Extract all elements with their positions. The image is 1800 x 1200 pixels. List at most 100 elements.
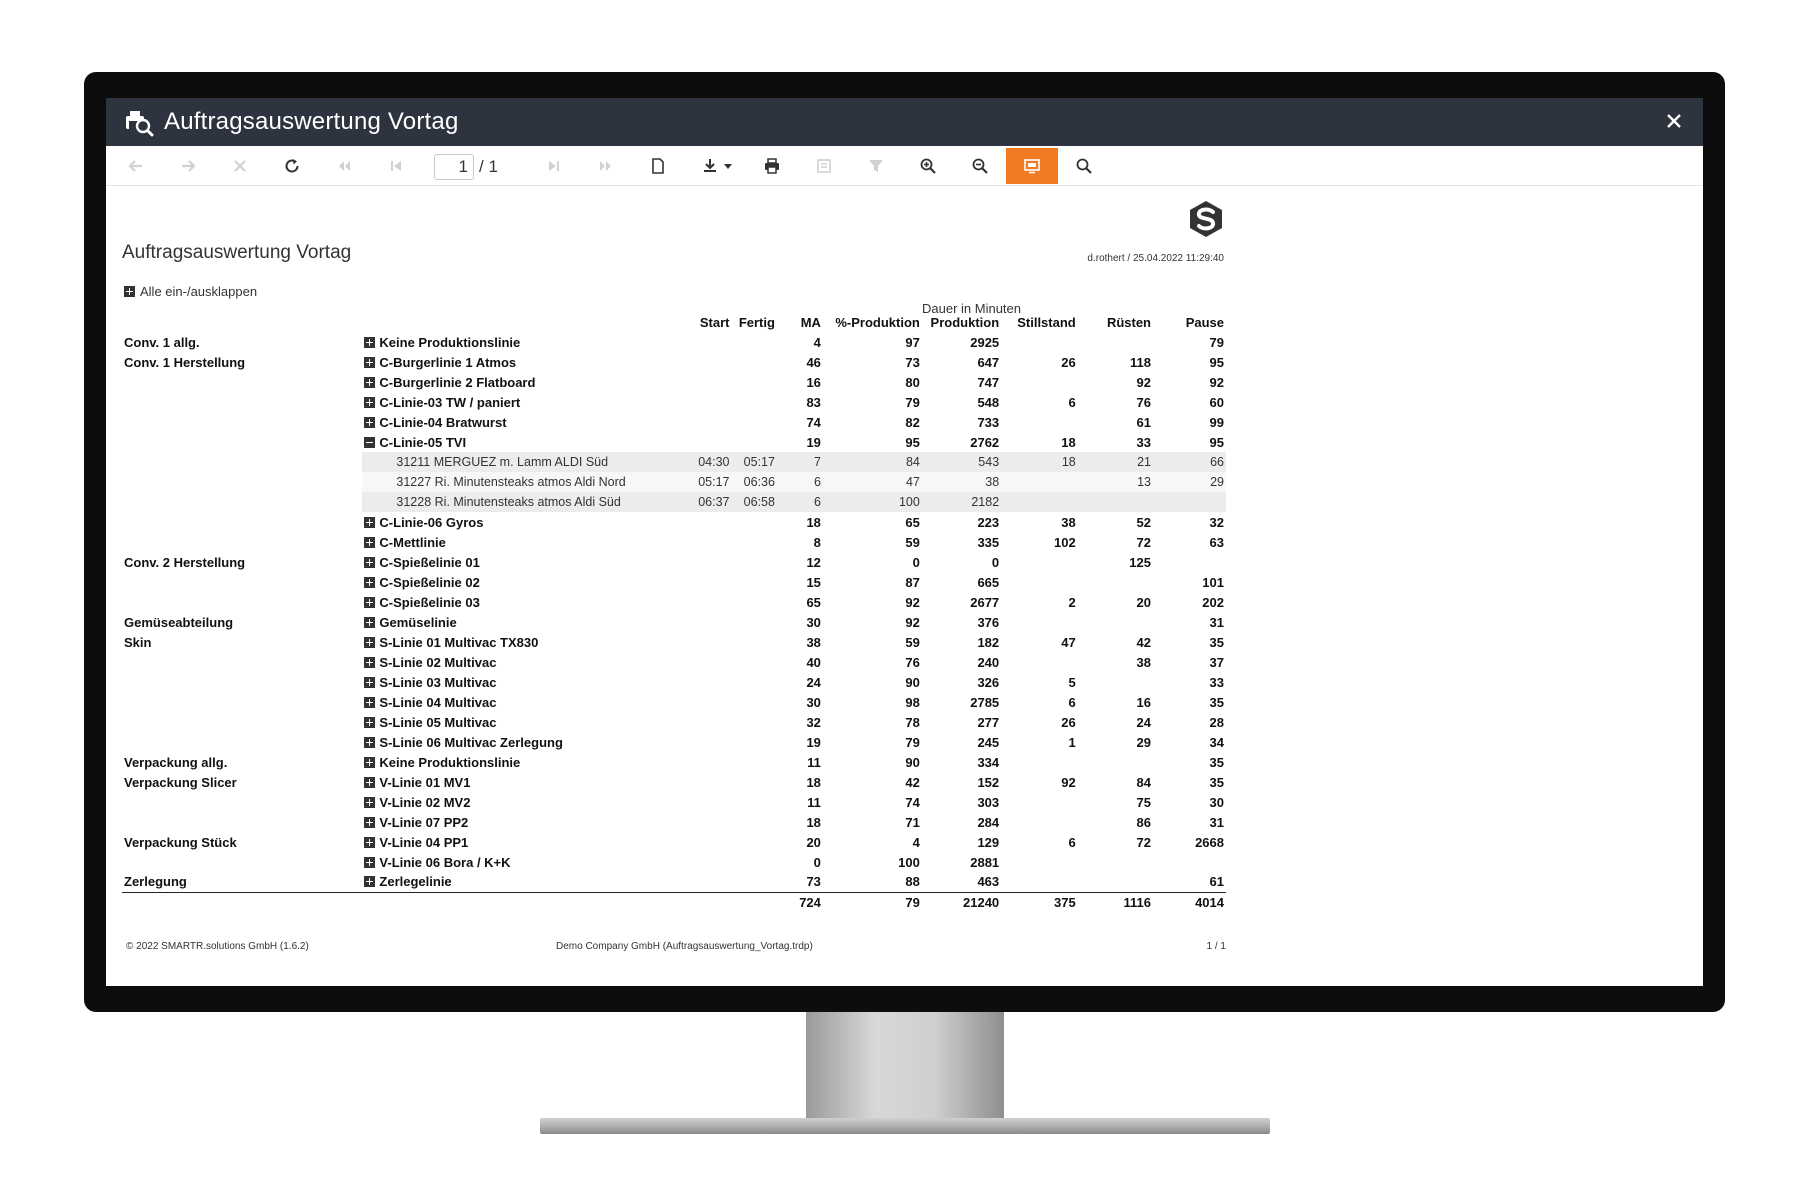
line-name-cell[interactable]: C-Linie-06 Gyros [362,512,686,532]
line-name-cell[interactable]: C-Spießelinie 01 [362,552,686,572]
expand-icon[interactable] [364,516,376,528]
line-row[interactable]: C-Linie-04 Bratwurst 74 82 733 61 99 [122,412,1226,432]
line-name-cell[interactable]: S-Linie 05 Multivac [362,712,686,732]
line-name-cell[interactable]: V-Linie 04 PP1 [362,832,686,852]
expand-icon[interactable] [364,636,376,648]
expand-icon[interactable] [364,856,376,868]
forward-button[interactable] [172,152,204,180]
toggle-print-preview-button[interactable] [1006,148,1058,184]
line-name-cell[interactable]: C-Burgerlinie 1 Atmos [362,352,686,372]
fertig-cell [732,852,777,872]
line-row[interactable]: Zerlegung Zerlegelinie 73 88 463 61 [122,872,1226,892]
line-row[interactable]: Conv. 1 allg. Keine Produktionslinie 4 97 29… [122,332,1226,352]
fertig-cell [732,392,777,412]
line-row[interactable]: C-Spießelinie 02 15 87 665 101 [122,572,1226,592]
print-button[interactable] [756,152,788,180]
expand-icon[interactable] [364,336,376,348]
next-page-button[interactable] [538,152,570,180]
line-name-cell[interactable]: V-Linie 02 MV2 [362,792,686,812]
line-row[interactable]: V-Linie 02 MV2 11 74 303 75 30 [122,792,1226,812]
line-name-cell[interactable]: S-Linie 01 Multivac TX830 [362,632,686,652]
previous-page-button[interactable] [380,152,412,180]
line-name-cell[interactable]: C-Linie-04 Bratwurst [362,412,686,432]
line-row[interactable]: C-Linie-06 Gyros 18 65 223 38 52 32 [122,512,1226,532]
line-row[interactable]: C-Spießelinie 03 65 92 2677 2 20 202 [122,592,1226,612]
line-row[interactable]: C-Burgerlinie 2 Flatboard 16 80 747 92 92 [122,372,1226,392]
line-name-cell[interactable]: S-Linie 06 Multivac Zerlegung [362,732,686,752]
line-row[interactable]: C-Linie-05 TVI 19 95 2762 18 33 95 [122,432,1226,452]
line-row[interactable]: S-Linie 02 Multivac 40 76 240 38 37 [122,652,1226,672]
expand-icon[interactable] [364,816,376,828]
line-name-cell[interactable]: Keine Produktionslinie [362,752,686,772]
zoom-out-button[interactable] [964,152,996,180]
line-name-cell[interactable]: Gemüselinie [362,612,686,632]
line-row[interactable]: S-Linie 06 Multivac Zerlegung 19 79 245 1 29 3… [122,732,1226,752]
line-row[interactable]: V-Linie 06 Bora / K+K 0 100 2881 [122,852,1226,872]
expand-icon[interactable] [364,836,376,848]
refresh-button[interactable] [276,152,308,180]
line-name-cell[interactable]: S-Linie 04 Multivac [362,692,686,712]
expand-icon[interactable] [364,556,376,568]
line-name-cell[interactable]: V-Linie 07 PP2 [362,812,686,832]
last-page-button[interactable] [590,152,622,180]
line-name-cell[interactable]: C-Linie-05 TVI [362,432,686,452]
close-icon[interactable] [1659,106,1689,136]
line-name-cell[interactable]: V-Linie 01 MV1 [362,772,686,792]
first-page-button[interactable] [328,152,360,180]
parameters-button[interactable] [860,152,892,180]
expand-icon[interactable] [364,776,376,788]
back-button[interactable] [120,152,152,180]
export-button[interactable] [692,152,742,180]
stillstand-cell [1001,812,1078,832]
stop-button[interactable] [224,152,256,180]
line-name-cell[interactable]: C-Spießelinie 03 [362,592,686,612]
start-cell [686,332,731,352]
toggle-all-link[interactable]: Alle ein-/ausklappen [124,284,257,299]
line-row[interactable]: V-Linie 07 PP2 18 71 284 86 31 [122,812,1226,832]
zoom-in-button[interactable] [912,152,944,180]
expand-icon[interactable] [364,596,376,608]
expand-icon[interactable] [364,396,376,408]
line-name-cell[interactable]: V-Linie 06 Bora / K+K [362,852,686,872]
expand-icon[interactable] [364,696,376,708]
line-row[interactable]: Verpackung Slicer V-Linie 01 MV1 18 42 152 92… [122,772,1226,792]
search-button[interactable] [1068,152,1100,180]
line-name-cell[interactable]: Zerlegelinie [362,872,686,892]
line-name-cell[interactable]: S-Linie 03 Multivac [362,672,686,692]
line-name-cell[interactable]: S-Linie 02 Multivac [362,652,686,672]
ma-cell: 83 [806,394,821,410]
page-number-input[interactable] [434,154,474,180]
expand-icon[interactable] [364,576,376,588]
collapse-icon[interactable] [364,436,376,448]
line-row[interactable]: Verpackung Stück V-Linie 04 PP1 20 4 129 6 72 2… [122,832,1226,852]
expand-icon[interactable] [364,736,376,748]
line-row[interactable]: Skin S-Linie 01 Multivac TX830 38 59 182 47 42… [122,632,1226,652]
expand-icon[interactable] [364,656,376,668]
line-row[interactable]: Gemüseabteilung Gemüselinie 30 92 376 31 [122,612,1226,632]
expand-icon[interactable] [364,676,376,688]
line-row[interactable]: S-Linie 03 Multivac 24 90 326 5 33 [122,672,1226,692]
expand-icon[interactable] [364,756,376,768]
line-row[interactable]: Verpackung allg. Keine Produktionslinie 11… [122,752,1226,772]
document-map-button[interactable] [808,152,840,180]
single-page-button[interactable] [642,152,674,180]
line-name-cell[interactable]: Keine Produktionslinie [362,332,686,352]
expand-icon[interactable] [364,376,376,388]
line-row[interactable]: S-Linie 04 Multivac 30 98 2785 6 16 35 [122,692,1226,712]
line-row[interactable]: Conv. 1 Herstellung C-Burgerlinie 1 Atmos… [122,352,1226,372]
line-row[interactable]: C-Linie-03 TW / paniert 83 79 548 6 76 60 [122,392,1226,412]
line-row[interactable]: C-Mettlinie 8 59 335 102 72 63 [122,532,1226,552]
expand-icon[interactable] [364,356,376,368]
line-row[interactable]: S-Linie 05 Multivac 32 78 277 26 24 28 [122,712,1226,732]
expand-icon[interactable] [364,616,376,628]
expand-icon[interactable] [364,536,376,548]
expand-icon[interactable] [364,716,376,728]
line-name-cell[interactable]: C-Burgerlinie 2 Flatboard [362,372,686,392]
line-row[interactable]: Conv. 2 Herstellung C-Spießelinie 01 12 0 0 1… [122,552,1226,572]
line-name-cell[interactable]: C-Mettlinie [362,532,686,552]
expand-icon[interactable] [364,796,376,808]
expand-icon[interactable] [364,416,376,428]
line-name-cell[interactable]: C-Spießelinie 02 [362,572,686,592]
line-name-cell[interactable]: C-Linie-03 TW / paniert [362,392,686,412]
expand-icon[interactable] [364,876,376,888]
